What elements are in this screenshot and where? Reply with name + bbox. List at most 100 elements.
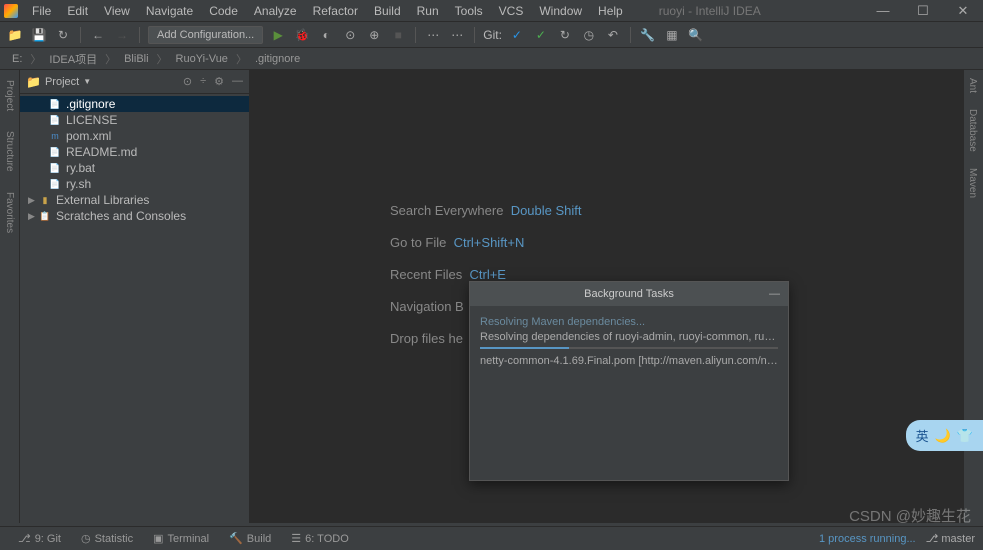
tree-item-scratches[interactable]: ▶📋Scratches and Consoles xyxy=(20,208,249,224)
tree-item-license[interactable]: 📄LICENSE xyxy=(20,112,249,128)
git-revert-icon[interactable]: ↶ xyxy=(604,26,622,44)
menu-edit[interactable]: Edit xyxy=(59,4,96,18)
markdown-icon: 📄 xyxy=(48,145,62,159)
left-tab-project[interactable]: Project xyxy=(4,74,15,117)
back-icon[interactable]: ← xyxy=(89,26,107,44)
search-icon[interactable]: 🔍 xyxy=(687,26,705,44)
profile-icon[interactable]: ⊙ xyxy=(341,26,359,44)
menu-window[interactable]: Window xyxy=(531,4,590,18)
status-todo[interactable]: ☰6: TODO xyxy=(281,532,358,545)
todo-icon: ☰ xyxy=(291,532,301,545)
attach-icon[interactable]: ⊕ xyxy=(365,26,383,44)
menu-vcs[interactable]: VCS xyxy=(491,4,532,18)
file-icon: 📄 xyxy=(48,177,62,191)
file-icon: 📄 xyxy=(48,161,62,175)
popup-header[interactable]: Background Tasks — xyxy=(470,282,788,306)
target-icon[interactable]: ⊙ xyxy=(183,75,192,88)
menu-build[interactable]: Build xyxy=(366,4,409,18)
breadcrumb: E:〉 IDEA项目〉 BliBli〉 RuoYi-Vue〉 .gitignor… xyxy=(0,48,983,70)
task-detail: Resolving dependencies of ruoyi-admin, r… xyxy=(480,331,778,343)
close-icon[interactable]: ✕ xyxy=(943,3,983,19)
tree-item-extlib[interactable]: ▶▮External Libraries xyxy=(20,192,249,208)
extra2-icon[interactable]: ⋯ xyxy=(448,26,466,44)
project-tree: 📄.gitignore 📄LICENSE mpom.xml 📄README.md… xyxy=(20,94,249,226)
open-icon[interactable]: 📁 xyxy=(6,26,24,44)
app-logo-icon xyxy=(4,4,18,18)
breadcrumb-item[interactable]: .gitignore xyxy=(251,53,304,65)
menu-tools[interactable]: Tools xyxy=(447,4,491,18)
task-detail-2: netty-common-4.1.69.Final.pom [http://ma… xyxy=(480,355,778,367)
status-branch[interactable]: ⎇ master xyxy=(916,532,975,545)
menu-code[interactable]: Code xyxy=(201,4,246,18)
status-processes[interactable]: 1 process running... xyxy=(819,533,916,545)
save-icon[interactable]: 💾 xyxy=(30,26,48,44)
run-config-dropdown[interactable]: Add Configuration... xyxy=(148,26,263,44)
moon-icon: 🌙 xyxy=(935,428,951,444)
menu-navigate[interactable]: Navigate xyxy=(138,4,201,18)
breadcrumb-item[interactable]: E: xyxy=(8,53,26,65)
tree-item-gitignore[interactable]: 📄.gitignore xyxy=(20,96,249,112)
right-tab-ant[interactable]: Ant xyxy=(964,70,981,101)
git-history-icon[interactable]: ◷ xyxy=(580,26,598,44)
sidebar-title[interactable]: Project xyxy=(45,76,79,88)
menu-analyze[interactable]: Analyze xyxy=(246,4,305,18)
left-tab-structure[interactable]: Structure xyxy=(4,125,15,178)
tree-item-readme[interactable]: 📄README.md xyxy=(20,144,249,160)
file-icon: 📄 xyxy=(48,113,62,127)
chart-icon: ◷ xyxy=(81,532,91,545)
menu-view[interactable]: View xyxy=(96,4,138,18)
tree-item-rybat[interactable]: 📄ry.bat xyxy=(20,160,249,176)
settings-icon[interactable]: 🔧 xyxy=(639,26,657,44)
branch-icon: ⎇ xyxy=(926,533,939,545)
breadcrumb-item[interactable]: IDEA项目 xyxy=(45,51,101,67)
scratch-icon: 📋 xyxy=(38,209,52,223)
refresh-icon[interactable]: ↻ xyxy=(54,26,72,44)
right-tab-maven[interactable]: Maven xyxy=(964,160,981,206)
project-sidebar: 📁 Project ▼ ⊙ ÷ ⚙ — 📄.gitignore 📄LICENSE… xyxy=(20,70,250,523)
menu-run[interactable]: Run xyxy=(409,4,447,18)
ime-bar[interactable]: 英🌙👕 xyxy=(906,420,983,451)
folder-icon: 📁 xyxy=(26,75,41,89)
task-name: Resolving Maven dependencies... xyxy=(480,316,778,328)
left-toolbar: Project Structure Favorites xyxy=(0,70,20,523)
forward-icon[interactable]: → xyxy=(113,26,131,44)
tree-item-rysh[interactable]: 📄ry.sh xyxy=(20,176,249,192)
left-tab-favorites[interactable]: Favorites xyxy=(4,186,15,239)
popup-minimize-icon[interactable]: — xyxy=(769,288,780,300)
git-push-icon[interactable]: ↻ xyxy=(556,26,574,44)
git-icon: ⎇ xyxy=(18,532,31,545)
stop-icon[interactable]: ■ xyxy=(389,26,407,44)
breadcrumb-item[interactable]: BliBli xyxy=(120,53,152,65)
git-commit-icon[interactable]: ✓ xyxy=(532,26,550,44)
tree-item-pom[interactable]: mpom.xml xyxy=(20,128,249,144)
structure-icon[interactable]: ▦ xyxy=(663,26,681,44)
right-toolbar: Ant Database Maven xyxy=(963,70,983,523)
collapse-icon[interactable]: ÷ xyxy=(200,75,206,88)
progress-bar xyxy=(480,347,778,349)
menu-file[interactable]: File xyxy=(24,4,59,18)
gear-icon[interactable]: ⚙ xyxy=(214,75,224,88)
toolbar: 📁 💾 ↻ ← → Add Configuration... ▶ 🐞 ◐ ⊙ ⊕… xyxy=(0,22,983,48)
run-icon[interactable]: ▶ xyxy=(269,26,287,44)
git-label: Git: xyxy=(483,28,502,42)
minimize-icon[interactable]: — xyxy=(863,3,903,19)
menubar: File Edit View Navigate Code Analyze Ref… xyxy=(0,0,983,22)
menu-refactor[interactable]: Refactor xyxy=(305,4,366,18)
minimize-panel-icon[interactable]: — xyxy=(232,75,243,88)
status-statistic[interactable]: ◷Statistic xyxy=(71,532,143,545)
library-icon: ▮ xyxy=(38,193,52,207)
status-git[interactable]: ⎇9: Git xyxy=(8,532,71,545)
right-tab-database[interactable]: Database xyxy=(964,101,981,160)
chevron-down-icon[interactable]: ▼ xyxy=(83,77,91,86)
window-title: ruoyi - IntelliJ IDEA xyxy=(651,4,769,18)
extra1-icon[interactable]: ⋯ xyxy=(424,26,442,44)
status-terminal[interactable]: ▣Terminal xyxy=(143,532,219,545)
maximize-icon[interactable]: ☐ xyxy=(903,3,943,19)
status-build[interactable]: 🔨Build xyxy=(219,532,281,545)
git-pull-icon[interactable]: ✓ xyxy=(508,26,526,44)
coverage-icon[interactable]: ◐ xyxy=(317,26,335,44)
menu-help[interactable]: Help xyxy=(590,4,631,18)
debug-icon[interactable]: 🐞 xyxy=(293,26,311,44)
breadcrumb-item[interactable]: RuoYi-Vue xyxy=(172,53,232,65)
statusbar: ⎇9: Git ◷Statistic ▣Terminal 🔨Build ☰6: … xyxy=(0,526,983,550)
